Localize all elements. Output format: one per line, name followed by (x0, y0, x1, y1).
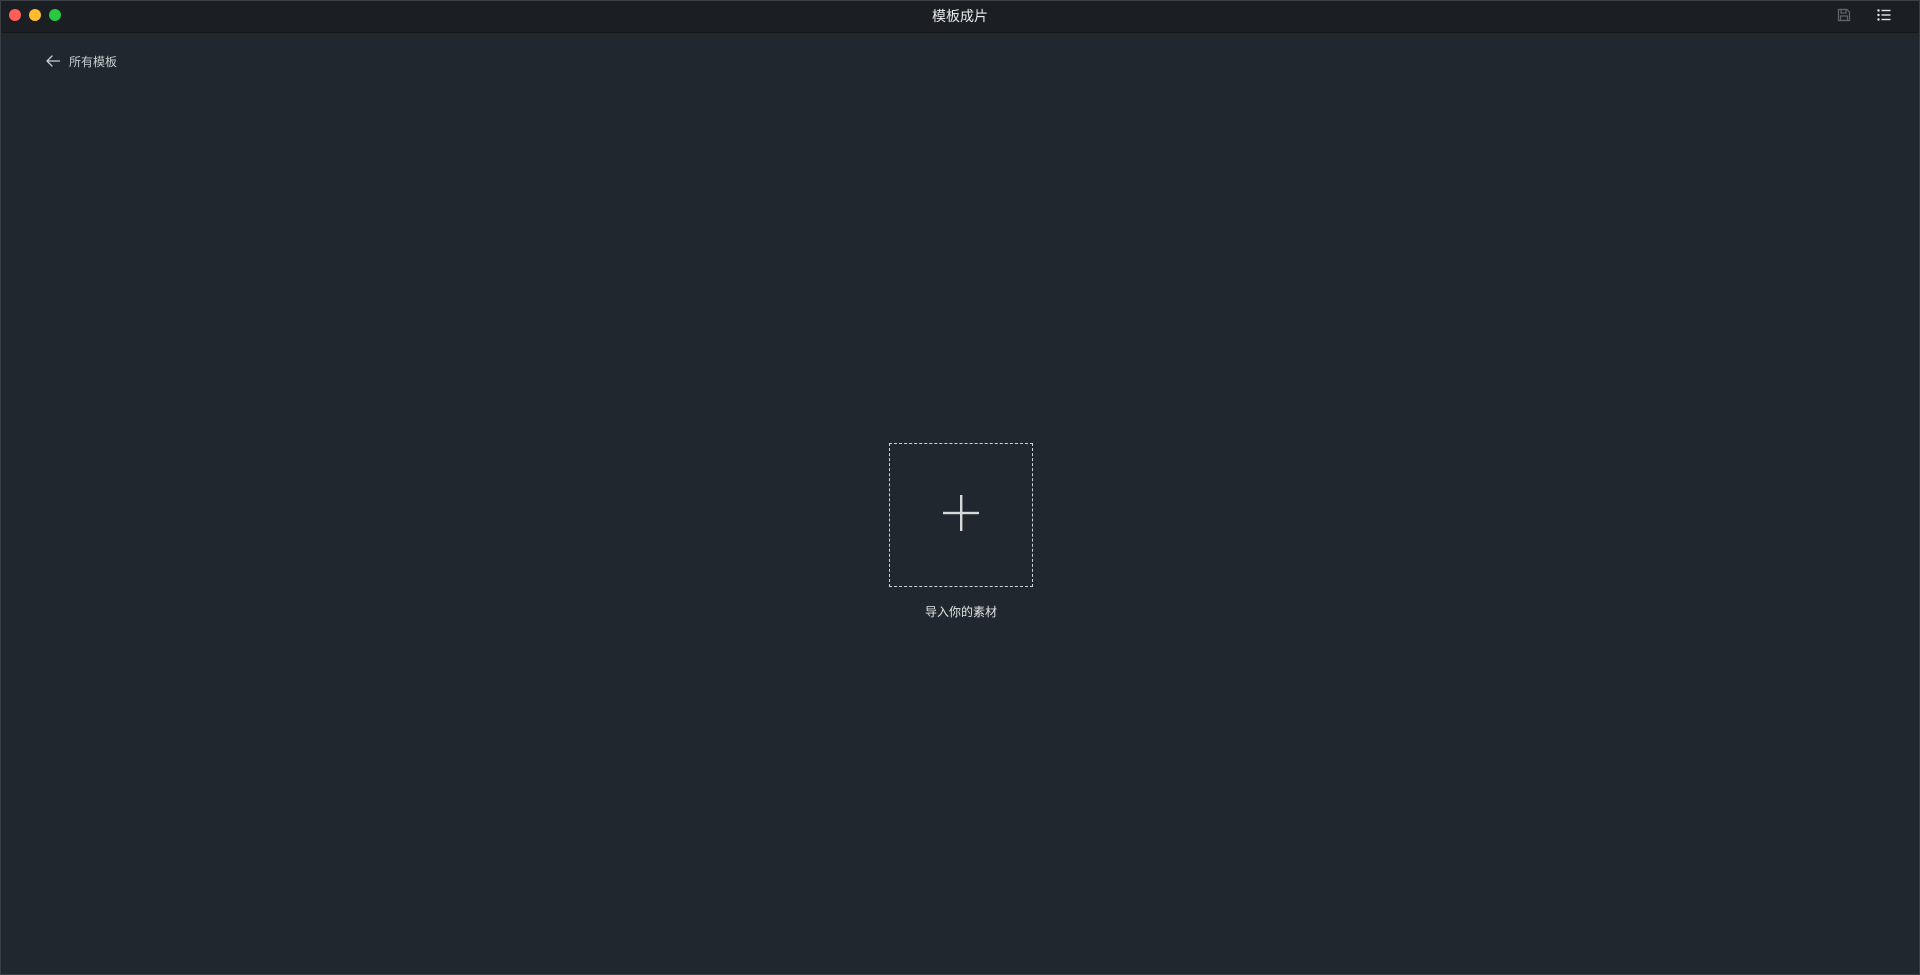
arrow-left-icon (45, 53, 61, 69)
maximize-window-button[interactable] (49, 9, 61, 21)
window-title: 模板成片 (932, 9, 988, 25)
plus-icon (941, 493, 981, 537)
titlebar-actions (1835, 1, 1893, 33)
minimize-window-button[interactable] (29, 9, 41, 21)
title-bar: 模板成片 (1, 1, 1919, 33)
save-icon (1836, 7, 1852, 27)
app-window: 模板成片 所有模板 导入你的素材 (0, 0, 1920, 975)
close-window-button[interactable] (9, 9, 21, 21)
save-button[interactable] (1835, 8, 1853, 26)
back-to-all-templates[interactable]: 所有模板 (45, 51, 117, 71)
list-menu-button[interactable] (1875, 8, 1893, 26)
list-icon (1876, 7, 1892, 27)
back-label: 所有模板 (69, 54, 118, 69)
import-media-label: 导入你的素材 (924, 605, 997, 619)
import-media-dropzone[interactable] (889, 443, 1033, 587)
